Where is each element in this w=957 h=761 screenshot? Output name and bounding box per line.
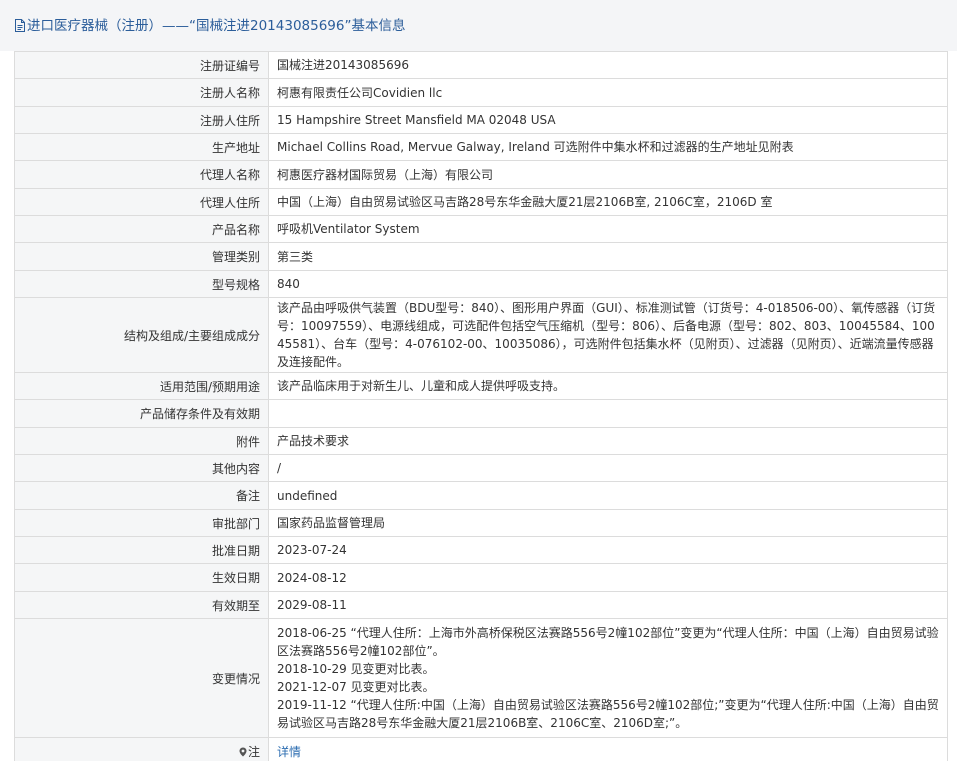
location-pin-icon — [239, 746, 247, 760]
table-row: 代理人名称 柯惠医疗器材国际贸易（上海）有限公司 — [14, 160, 948, 189]
row-label: 注册人住所 — [14, 106, 269, 134]
row-value: 2029-08-11 — [268, 591, 948, 619]
table-row: 注册人住所 15 Hampshire Street Mansfield MA 0… — [14, 106, 948, 134]
row-value: 该产品由呼吸供气装置（BDU型号：840）、图形用户界面（GUI）、标准测试管（… — [268, 297, 948, 373]
page-title: 进口医疗器械（注册）——“国械注进20143085696”基本信息 — [27, 18, 406, 34]
change-history-value: 2018-06-25 “代理人住所：上海市外高桥保税区法赛路556号2幢102部… — [268, 618, 948, 738]
page-title-container: 进口医疗器械（注册）——“国械注进20143085696”基本信息 — [14, 15, 405, 37]
row-value: 该产品临床用于对新生儿、儿童和成人提供呼吸支持。 — [268, 372, 948, 400]
row-label: 代理人名称 — [14, 160, 269, 189]
table-row: 批准日期 2023-07-24 — [14, 536, 948, 564]
table-row: 结构及组成/主要组成成分 该产品由呼吸供气装置（BDU型号：840）、图形用户界… — [14, 297, 948, 373]
change-history-label: 变更情况 — [14, 618, 269, 738]
row-label: 型号规格 — [14, 270, 269, 298]
row-value: 国家药品监督管理局 — [268, 509, 948, 537]
row-value: 840 — [268, 270, 948, 298]
table-row: 管理类别 第三类 — [14, 242, 948, 271]
row-label: 生效日期 — [14, 563, 269, 592]
change-entry: 2018-10-29 见变更对比表。 — [277, 662, 435, 676]
row-label: 其他内容 — [14, 454, 269, 482]
details-link[interactable]: 详情 — [277, 745, 301, 759]
row-label: 产品名称 — [14, 215, 269, 243]
row-label: 代理人住所 — [14, 188, 269, 216]
document-icon — [14, 17, 26, 39]
table-row: 审批部门 国家药品监督管理局 — [14, 509, 948, 537]
row-label: 产品储存条件及有效期 — [14, 399, 269, 428]
row-value: 中国（上海）自由贸易试验区马吉路28号东华金融大厦21层2106B室, 2106… — [268, 188, 948, 216]
change-entry: 2018-06-25 “代理人住所：上海市外高桥保税区法赛路556号2幢102部… — [277, 626, 939, 658]
row-label: 附件 — [14, 427, 269, 455]
row-value — [268, 399, 948, 428]
row-label: 有效期至 — [14, 591, 269, 619]
row-label: 管理类别 — [14, 242, 269, 271]
table-row: 备注 undefined — [14, 481, 948, 510]
note-label: 注 — [247, 745, 260, 759]
row-value: 产品技术要求 — [268, 427, 948, 455]
table-row: 其他内容 / — [14, 454, 948, 482]
table-row: 注册证编号 国械注进20143085696 — [14, 51, 948, 79]
row-label: 生产地址 — [14, 133, 269, 161]
table-row: 附件 产品技术要求 — [14, 427, 948, 455]
change-history-row: 变更情况 2018-06-25 “代理人住所：上海市外高桥保税区法赛路556号2… — [14, 618, 948, 738]
info-table: 注册证编号 国械注进20143085696 注册人名称 柯惠有限责任公司Covi… — [14, 51, 948, 761]
note-label-cell: 注 — [14, 737, 269, 761]
table-row: 产品储存条件及有效期 — [14, 399, 948, 428]
row-value: 柯惠有限责任公司Covidien llc — [268, 78, 948, 107]
table-row: 生效日期 2024-08-12 — [14, 563, 948, 592]
note-value: 详情 — [268, 737, 948, 761]
row-value: 15 Hampshire Street Mansfield MA 02048 U… — [268, 106, 948, 134]
table-row: 注册人名称 柯惠有限责任公司Covidien llc — [14, 78, 948, 107]
row-value: 2023-07-24 — [268, 536, 948, 564]
row-value: / — [268, 454, 948, 482]
table-row: 适用范围/预期用途 该产品临床用于对新生儿、儿童和成人提供呼吸支持。 — [14, 372, 948, 400]
row-value: 第三类 — [268, 242, 948, 271]
page: 进口医疗器械（注册）——“国械注进20143085696”基本信息 注册证编号 … — [0, 0, 957, 761]
row-value: 2024-08-12 — [268, 563, 948, 592]
row-label: 备注 — [14, 481, 269, 510]
row-label: 审批部门 — [14, 509, 269, 537]
table-row: 有效期至 2029-08-11 — [14, 591, 948, 619]
row-label: 批准日期 — [14, 536, 269, 564]
table-row: 代理人住所 中国（上海）自由贸易试验区马吉路28号东华金融大厦21层2106B室… — [14, 188, 948, 216]
row-label: 注册人名称 — [14, 78, 269, 107]
row-value: 呼吸机Ventilator System — [268, 215, 948, 243]
row-label: 注册证编号 — [14, 51, 269, 79]
row-value: 柯惠医疗器材国际贸易（上海）有限公司 — [268, 160, 948, 189]
row-label: 适用范围/预期用途 — [14, 372, 269, 400]
table-row: 生产地址 Michael Collins Road, Mervue Galway… — [14, 133, 948, 161]
change-entry: 2019-11-12 “代理人住所:中国（上海）自由贸易试验区法赛路556号2幢… — [277, 698, 939, 730]
change-entry: 2021-12-07 见变更对比表。 — [277, 680, 435, 694]
note-row: 注 详情 — [14, 737, 948, 761]
table-row: 型号规格 840 — [14, 270, 948, 298]
title-bar: 进口医疗器械（注册）——“国械注进20143085696”基本信息 — [0, 0, 957, 51]
row-label: 结构及组成/主要组成成分 — [14, 297, 269, 373]
row-value: undefined — [268, 481, 948, 510]
row-value: Michael Collins Road, Mervue Galway, Ire… — [268, 133, 948, 161]
table-row: 产品名称 呼吸机Ventilator System — [14, 215, 948, 243]
row-value: 国械注进20143085696 — [268, 51, 948, 79]
